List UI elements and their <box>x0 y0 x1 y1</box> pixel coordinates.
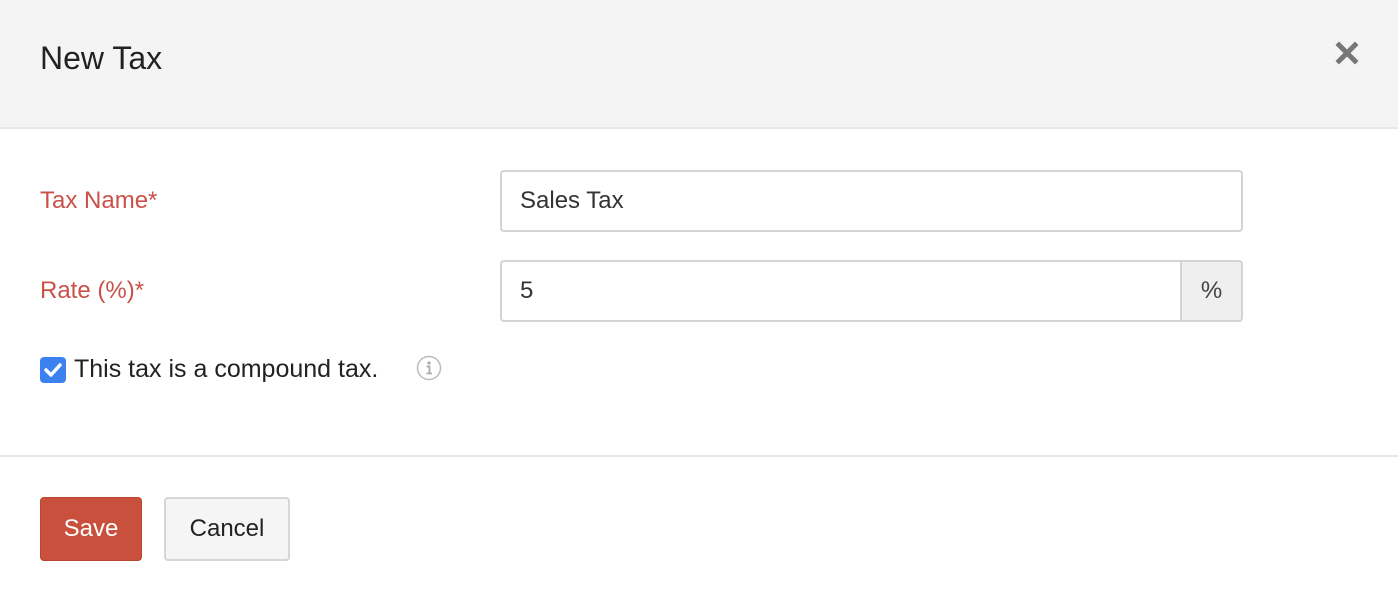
tax-name-label: Tax Name* <box>40 187 158 214</box>
percent-suffix: % <box>1180 260 1243 322</box>
dialog-title: New Tax <box>40 40 163 76</box>
cancel-button[interactable]: Cancel <box>164 497 290 561</box>
rate-label: Rate (%)* <box>40 277 145 304</box>
checkmark-icon <box>44 363 62 377</box>
close-button[interactable] <box>1334 40 1360 66</box>
footer-divider <box>0 455 1398 457</box>
rate-input[interactable] <box>500 260 1182 322</box>
info-button[interactable] <box>416 355 442 381</box>
info-icon <box>416 355 442 381</box>
close-icon <box>1335 41 1359 65</box>
dialog-header: New Tax <box>0 0 1398 129</box>
compound-tax-checkbox[interactable] <box>40 357 66 383</box>
save-button[interactable]: Save <box>40 497 142 561</box>
tax-name-input[interactable] <box>500 170 1243 232</box>
compound-tax-label: This tax is a compound tax. <box>74 355 379 383</box>
